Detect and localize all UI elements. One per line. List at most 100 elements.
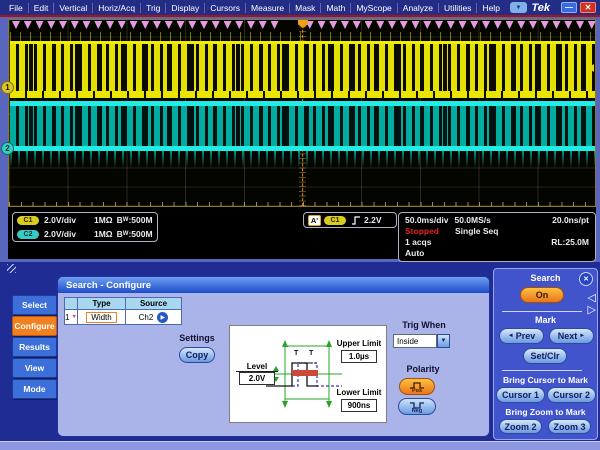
menu-file[interactable]: File [4,3,29,13]
menu-edit[interactable]: Edit [29,3,55,13]
panel-divider-2 [502,370,582,371]
search-mark-icon [447,21,455,29]
pulse-diagram-box: T T Level 2.0V Upper Limit 1.0µs Lower L… [229,325,387,423]
trigger-a-badge: A' [308,215,321,226]
row-index-cell[interactable]: 1 ▼ [64,310,78,325]
set-clear-button[interactable]: Set/Clr [523,348,567,364]
polarity-pos-button[interactable]: Pos [399,378,435,395]
screen-bottom-strip [0,441,600,450]
menu-trig[interactable]: Trig [141,3,166,13]
record-length: RL:25.0M [551,237,589,247]
tek-logo: Tek [531,2,550,14]
search-mark-icon [588,21,596,29]
menu-more-arrow-icon: ▼ [515,5,521,11]
ch1-impedance: 1MΩ [94,215,113,225]
menu-horiz-acq[interactable]: Horiz/Acq [93,3,141,13]
bring-zoom-label: Bring Zoom to Mark [494,407,597,417]
dialog-title-bar: Search - Configure [58,277,489,293]
t-marker-2: T [309,350,313,357]
waveform-display-area: 1 2 C1 2.0V/div 1MΩ BW:500M C2 2.0V/div … [0,17,600,262]
dropdown-button[interactable]: ▼ [437,334,450,348]
trigger-level-marker[interactable] [588,64,594,72]
zoom3-button[interactable]: Zoom 3 [548,419,591,434]
search-mark-icon [235,21,243,29]
row-source-cell[interactable]: Ch2 ▶ [126,310,182,325]
upper-limit-input[interactable]: 1.0µs [341,350,377,363]
tab-select[interactable]: Select [12,295,57,315]
menu-vertical[interactable]: Vertical [54,3,93,13]
trigger-source-badge: C1 [324,216,346,225]
menu-analyze[interactable]: Analyze [398,3,439,13]
cursor2-button[interactable]: Cursor 2 [547,387,596,403]
search-mark-icon [165,21,173,29]
search-mark-icon [459,21,467,29]
row-marker-icon: ▼ [72,314,77,320]
search-mark-icon [247,21,255,29]
search-mark-icon [200,21,208,29]
search-mark-icon [341,21,349,29]
ch2-readout: C2 2.0V/div 1MΩ BW:500M [13,227,157,241]
timebase-value: 50.0ms/div [405,215,448,225]
zoom2-button[interactable]: Zoom 2 [499,419,542,434]
search-mark-icon [12,21,20,29]
prev-mark-button[interactable]: ◄ Prev [499,328,544,344]
close-button[interactable]: ✕ [580,2,596,13]
search-mark-icon [365,21,373,29]
copy-button[interactable]: Copy [179,347,215,363]
menu-measure[interactable]: Measure [246,3,290,13]
ch2-waveform-band [10,106,595,146]
search-mark-icon [177,21,185,29]
next-label: Next [558,331,578,341]
type-value: Width [86,312,116,323]
menu-myscope[interactable]: MyScope [351,3,397,13]
search-mark-icon [36,21,44,29]
source-value: Ch2 [139,313,154,322]
row-type-cell[interactable]: Width [78,310,126,325]
menu-help[interactable]: Help [477,3,504,13]
minimize-button[interactable]: — [561,2,577,13]
tab-results[interactable]: Results [12,337,57,357]
panel-arrow-left-icon[interactable]: ◁ [588,293,596,304]
chevron-down-icon: ▼ [441,338,447,344]
menu-utilities[interactable]: Utilities [439,3,477,13]
trig-when-dropdown[interactable]: Inside ▼ [393,334,450,348]
ch2-impedance: 1MΩ [94,229,113,239]
tab-configure[interactable]: Configure [12,316,57,336]
search-mark-icon [47,21,55,29]
graticule [8,19,596,207]
menu-display[interactable]: Display [166,3,205,13]
search-mark-icon [212,21,220,29]
trig-when-value: Inside [393,334,437,348]
menu-more-button[interactable]: ▼ [510,2,527,13]
tab-view[interactable]: View [12,358,57,378]
trigger-mode: Auto [405,248,424,258]
ch2-ground-marker[interactable]: 2 [1,142,14,155]
search-on-button[interactable]: On [520,287,564,303]
menu-mask[interactable]: Mask [290,3,321,13]
search-mark-icon [506,21,514,29]
prev-label: Prev [516,331,536,341]
cursor1-button[interactable]: Cursor 1 [496,387,545,403]
col-source-header: Source [126,297,182,310]
pos-label: Pos [412,389,422,393]
ch1-ground-marker[interactable]: 1 [1,81,14,94]
window-resize-grip[interactable] [7,264,16,273]
source-select-button[interactable]: ▶ [157,312,168,323]
panel-divider-1 [502,311,582,312]
bring-cursor-label: Bring Cursor to Mark [494,375,597,385]
menu-math[interactable]: Math [321,3,351,13]
polarity-label: Polarity [397,364,449,374]
dialog-title: Search - Configure [66,280,151,291]
col-type-header: Type [78,297,126,310]
tab-mode[interactable]: Mode [12,379,57,399]
panel-close-icon: ✕ [583,275,589,283]
level-input[interactable]: 2.0V [239,372,275,385]
dialog-tab-column: Select Configure Results View Mode [12,295,57,400]
panel-close-button[interactable]: ✕ [579,272,593,286]
menu-cursors[interactable]: Cursors [205,3,246,13]
polarity-neg-button[interactable]: Neg [398,398,436,415]
search-mark-icon [329,21,337,29]
search-mark-icon [470,21,478,29]
lower-limit-input[interactable]: 900ns [341,399,377,412]
next-mark-button[interactable]: Next ► [549,328,594,344]
